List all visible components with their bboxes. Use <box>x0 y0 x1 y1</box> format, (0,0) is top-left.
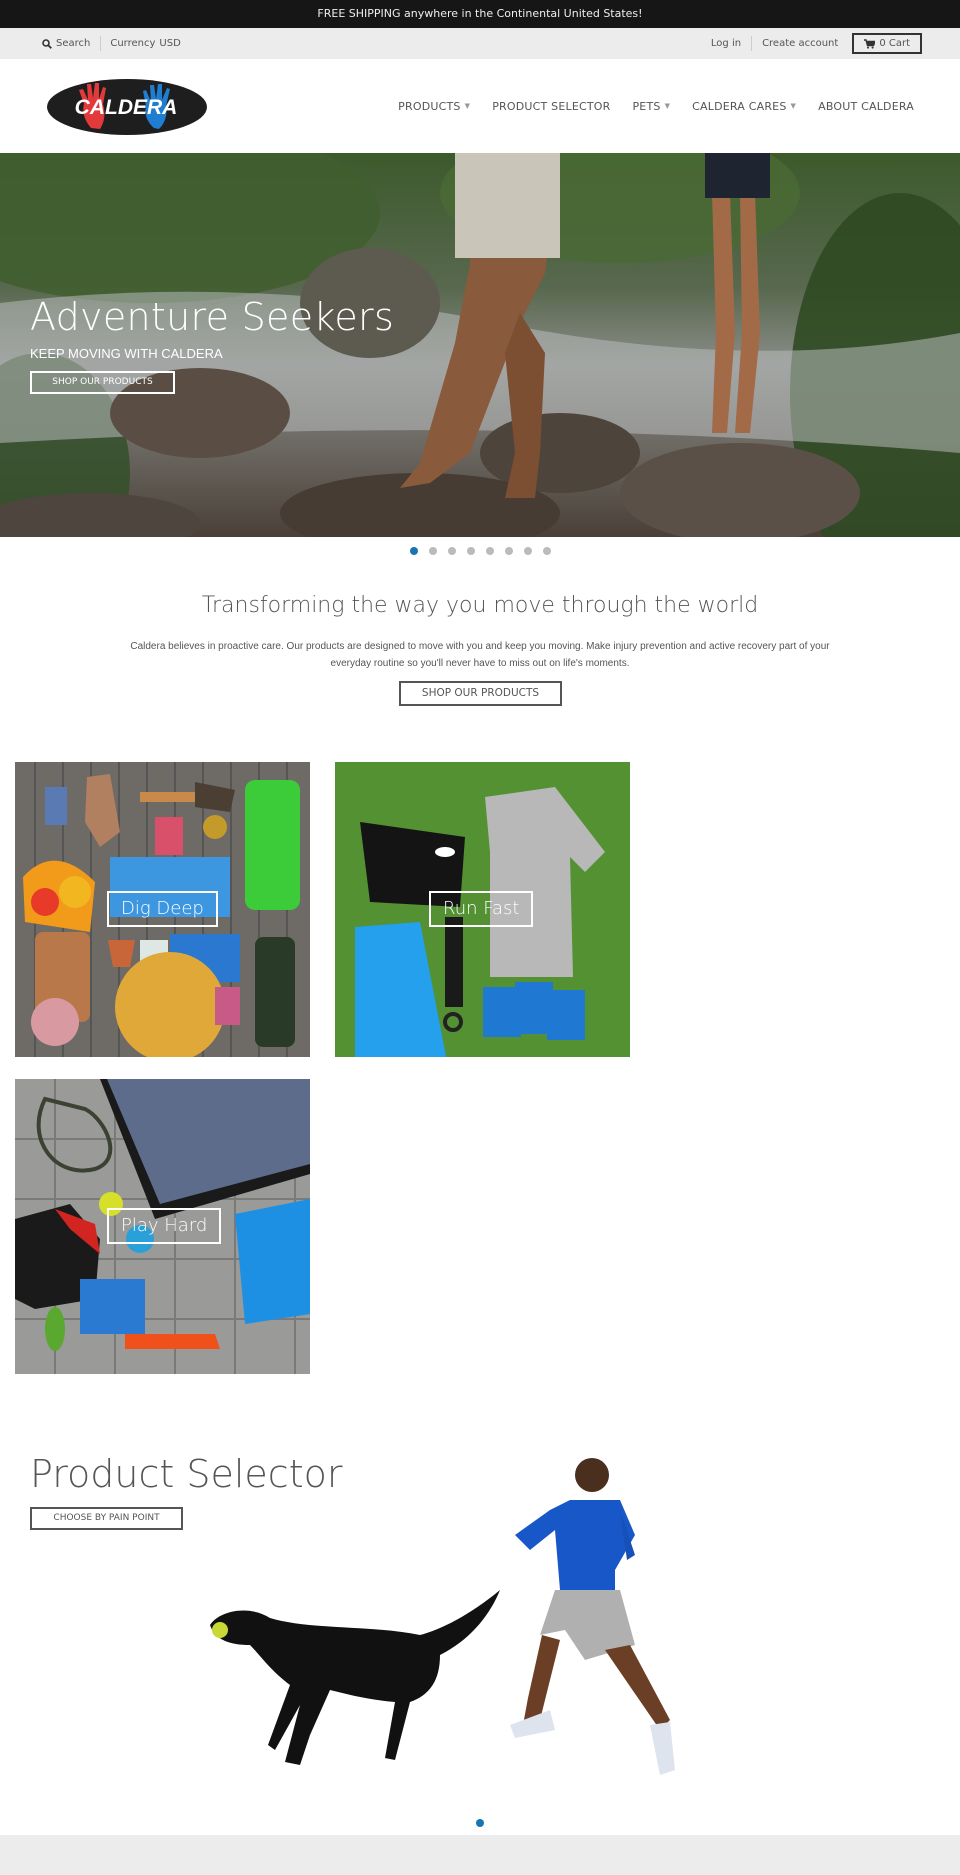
utility-bar: Search Currency USD Log in Create accoun… <box>0 28 960 59</box>
currency-selector[interactable]: Currency USD <box>101 38 180 49</box>
hero-slide-dots <box>0 547 960 555</box>
slide-dot-2[interactable] <box>428 547 437 555</box>
nav-about-caldera[interactable]: ABOUT CALDERA <box>818 100 914 113</box>
intro-text: Caldera believes in proactive care. Our … <box>130 641 830 669</box>
nav-pets[interactable]: PETS ▼ <box>632 100 670 113</box>
intro-shop-button[interactable]: SHOP OUR PRODUCTS <box>399 681 562 706</box>
hero-slideshow[interactable]: Adventure Seekers KEEP MOVING WITH CALDE… <box>0 153 960 537</box>
nav-products[interactable]: PRODUCTS ▼ <box>398 100 470 113</box>
chevron-down-icon: ▼ <box>790 102 797 110</box>
intro-title: Transforming the way you move through th… <box>201 593 759 618</box>
promo-text: FREE SHIPPING anywhere in the Continenta… <box>317 7 643 20</box>
slide-dot-5[interactable] <box>485 547 494 555</box>
nav-caldera-cares[interactable]: CALDERA CARES ▼ <box>692 100 796 113</box>
nav-about-caldera-label: ABOUT CALDERA <box>818 99 914 113</box>
promo-bar: FREE SHIPPING anywhere in the Continenta… <box>0 0 960 28</box>
collection-label: Play Hard <box>107 1208 222 1244</box>
hero-title: Adventure Seekers <box>30 295 395 339</box>
slide-dot-4[interactable] <box>466 547 475 555</box>
hero-shop-button[interactable]: SHOP OUR PRODUCTS <box>30 371 175 394</box>
dog-illustration <box>210 1590 500 1765</box>
create-account-link[interactable]: Create account <box>751 36 848 51</box>
slide-dot-3[interactable] <box>447 547 456 555</box>
nav-product-selector-label: PRODUCT SELECTOR <box>492 99 611 113</box>
chevron-down-icon: ▼ <box>464 102 471 110</box>
search-button[interactable]: Search <box>42 36 102 51</box>
hero-image <box>0 153 960 537</box>
cart-button[interactable]: 0 Cart <box>852 33 922 54</box>
product-selector-slide-dot-1[interactable] <box>476 1819 484 1827</box>
login-link[interactable]: Log in <box>701 36 751 51</box>
collection-label: Dig Deep <box>107 891 218 927</box>
caldera-logo[interactable]: CALDERA <box>46 78 208 136</box>
footer-band <box>0 1835 960 1875</box>
slide-dot-7[interactable] <box>523 547 532 555</box>
site-header: CALDERA PRODUCTS ▼ PRODUCT SELECTOR PETS… <box>0 59 960 153</box>
nav-pets-label: PETS <box>632 99 661 113</box>
main-nav: PRODUCTS ▼ PRODUCT SELECTOR PETS ▼ CALDE… <box>398 59 914 153</box>
runner-illustration <box>510 1458 675 1775</box>
currency-value: USD <box>159 38 181 49</box>
collection-label: Run Fast <box>429 891 534 927</box>
slide-dot-1[interactable] <box>409 547 418 555</box>
slide-dot-8[interactable] <box>542 547 551 555</box>
collection-play-hard[interactable]: Play Hard <box>15 1079 310 1374</box>
currency-label: Currency <box>110 38 156 49</box>
choose-by-pain-point-button[interactable]: CHOOSE BY PAIN POINT <box>30 1507 183 1530</box>
nav-products-label: PRODUCTS <box>398 99 461 113</box>
collection-dig-deep[interactable]: Dig Deep <box>15 762 310 1057</box>
search-icon <box>42 38 52 49</box>
chevron-down-icon: ▼ <box>664 102 671 110</box>
logo-text: CALDERA <box>75 96 178 119</box>
hero-subtitle: KEEP MOVING WITH CALDERA <box>30 346 223 361</box>
cart-label: 0 Cart <box>879 38 910 49</box>
search-label: Search <box>56 38 91 49</box>
dog-and-runner-image <box>210 1458 675 1775</box>
cart-icon <box>864 38 876 49</box>
nav-product-selector[interactable]: PRODUCT SELECTOR <box>492 100 610 113</box>
collection-run-fast[interactable]: Run Fast <box>335 762 630 1057</box>
slide-dot-6[interactable] <box>504 547 513 555</box>
nav-caldera-cares-label: CALDERA CARES <box>692 99 787 113</box>
